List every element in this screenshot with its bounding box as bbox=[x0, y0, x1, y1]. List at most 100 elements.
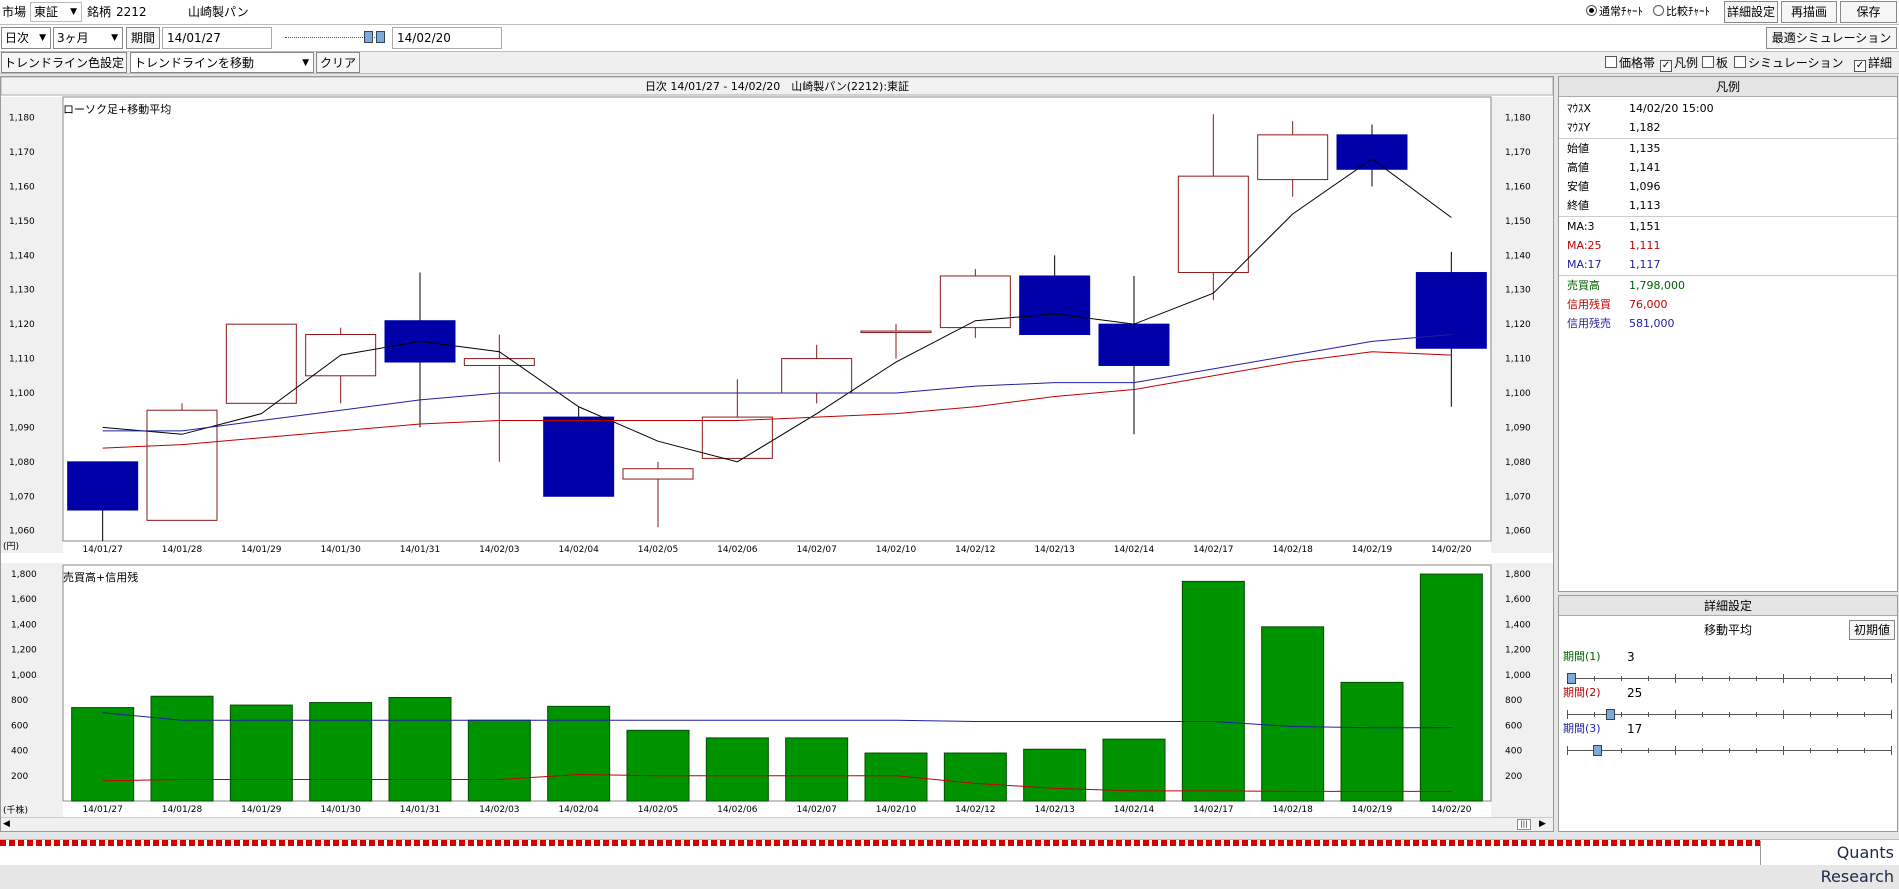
interval-select[interactable]: 日次 ▼ bbox=[1, 27, 51, 49]
volume-x-tick-label: 14/02/12 bbox=[955, 805, 995, 815]
price-y-tick-label-left: 1,120 bbox=[9, 320, 35, 330]
period-slider-left-handle[interactable] bbox=[364, 31, 373, 43]
scroll-left-icon[interactable]: ◀ bbox=[3, 818, 10, 831]
ma-period-3-slider[interactable] bbox=[1567, 745, 1892, 756]
volume-bar bbox=[785, 737, 849, 802]
slider-tick bbox=[1864, 748, 1865, 753]
code-input[interactable]: 2212 bbox=[116, 3, 147, 21]
checkbox-icon bbox=[1702, 56, 1714, 68]
volume-y-tick-label-right: 1,200 bbox=[1505, 646, 1531, 656]
start-date-field[interactable]: 14/01/27 bbox=[162, 27, 272, 49]
legend-key: 安値 bbox=[1567, 180, 1589, 193]
price-y-tick-label-right: 1,170 bbox=[1505, 148, 1531, 158]
volume-bar bbox=[467, 719, 531, 802]
checkbox-checked-icon: ✓ bbox=[1660, 60, 1672, 72]
reset-defaults-button[interactable]: 初期値 bbox=[1849, 620, 1895, 640]
candle-body bbox=[146, 409, 218, 521]
ma-period-1-slider[interactable] bbox=[1567, 673, 1892, 684]
volume-y-tick-label-left: 1,000 bbox=[11, 671, 37, 681]
checkbox-checked-icon: ✓ bbox=[1854, 60, 1866, 72]
optimal-simulation-button[interactable]: 最適シミュレーション bbox=[1766, 27, 1897, 49]
price-y-tick-label-left: 1,160 bbox=[9, 182, 35, 192]
volume-chart-panel: 200 200 400 400 600 600 800 800 1,000 1,000 1,200 1… bbox=[1, 563, 1553, 817]
scroll-thumb[interactable]: ||| bbox=[1517, 819, 1531, 830]
price-y-tick-label-right: 1,130 bbox=[1505, 286, 1531, 296]
slider-handle[interactable] bbox=[1605, 709, 1615, 720]
slider-tick bbox=[1756, 748, 1757, 753]
slider-tick bbox=[1756, 676, 1757, 681]
radio-normal-chart[interactable]: 通常ﾁｬｰﾄ bbox=[1586, 3, 1643, 21]
price-x-tick-label: 14/02/05 bbox=[638, 545, 678, 555]
option-simulation[interactable]: シミュレーション bbox=[1734, 54, 1844, 72]
end-date-field[interactable]: 14/02/20 bbox=[392, 27, 502, 49]
price-y-tick-label-left: 1,150 bbox=[9, 217, 35, 227]
volume-bar bbox=[1261, 626, 1325, 802]
volume-bar bbox=[309, 702, 373, 802]
slider-handle[interactable] bbox=[1567, 673, 1576, 684]
price-x-tick-label: 14/01/29 bbox=[241, 545, 282, 555]
slider-handle[interactable] bbox=[1592, 745, 1602, 756]
option-legend[interactable]: ✓ 凡例 bbox=[1660, 54, 1698, 72]
scroll-right-icon[interactable]: ▶ bbox=[1539, 818, 1546, 831]
detail-settings-button[interactable]: 詳細設定 bbox=[1724, 1, 1778, 23]
clear-button[interactable]: クリア bbox=[316, 52, 360, 73]
price-x-tick-label: 14/01/28 bbox=[162, 545, 203, 555]
ma-period-2-slider[interactable] bbox=[1567, 709, 1892, 720]
candle-body bbox=[543, 416, 615, 497]
range-select[interactable]: 3ヶ月 ▼ bbox=[53, 27, 123, 49]
price-x-tick-label: 14/02/12 bbox=[955, 545, 995, 555]
volume-bar bbox=[705, 737, 769, 802]
chart-area: 日次 14/01/27 - 14/02/20 山崎製パン(2212):東証 1,… bbox=[0, 76, 1554, 832]
save-button[interactable]: 保存 bbox=[1840, 1, 1897, 23]
slider-tick bbox=[1810, 748, 1811, 753]
legend-row: MA:3 1,151 bbox=[1559, 217, 1897, 236]
option-price-band[interactable]: 価格帯 bbox=[1605, 54, 1655, 72]
slider-tick bbox=[1648, 712, 1649, 717]
radio-empty-icon bbox=[1653, 5, 1664, 16]
slider-tick bbox=[1675, 746, 1676, 755]
trendline-color-button[interactable]: トレンドライン色設定 bbox=[1, 52, 127, 73]
trendline-mode-select[interactable]: トレンドラインを移動 ▼ bbox=[130, 52, 314, 73]
radio-compare-chart[interactable]: 比較ﾁｬｰﾄ bbox=[1653, 3, 1710, 21]
slider-tick bbox=[1783, 674, 1784, 683]
checkbox-icon bbox=[1734, 56, 1746, 68]
volume-y-tick-label-right: 1,800 bbox=[1505, 570, 1531, 580]
slider-tick bbox=[1783, 710, 1784, 719]
chart-canvas[interactable]: 日次 14/01/27 - 14/02/20 山崎製パン(2212):東証 1,… bbox=[1, 77, 1553, 831]
option-board[interactable]: 板 bbox=[1702, 54, 1728, 72]
volume-bar bbox=[1340, 681, 1404, 802]
price-y-tick-label-left: 1,110 bbox=[9, 355, 35, 365]
legend-key: 売買高 bbox=[1567, 279, 1600, 292]
candle-body bbox=[701, 416, 773, 459]
redraw-button[interactable]: 再描画 bbox=[1781, 1, 1837, 23]
trendline-mode-value: トレンドラインを移動 bbox=[134, 56, 255, 70]
horizontal-scrollbar[interactable]: ◀ ||| ▶ bbox=[1, 817, 1553, 831]
detail-settings-panel: 詳細設定 移動平均 初期値 期間(1) 3 期間(2) 25 期間(3) 17 bbox=[1558, 595, 1898, 832]
slider-tick bbox=[1648, 676, 1649, 681]
volume-x-tick-label: 14/01/27 bbox=[82, 805, 122, 815]
price-x-tick-label: 14/01/31 bbox=[400, 545, 440, 555]
slider-tick bbox=[1621, 676, 1622, 681]
period-button[interactable]: 期間 bbox=[126, 27, 160, 49]
price-chart-panel: 1,060 1,060 1,070 1,070 1,080 1,080 1,090 1,090… bbox=[1, 96, 1553, 555]
period-slider-right-handle[interactable] bbox=[376, 31, 385, 43]
price-x-tick-label: 14/02/14 bbox=[1114, 545, 1155, 555]
legend-value: 76,000 bbox=[1629, 298, 1668, 311]
market-select[interactable]: 東証 ▼ bbox=[30, 2, 82, 22]
checkbox-icon bbox=[1605, 56, 1617, 68]
price-y-tick-label-right: 1,150 bbox=[1505, 217, 1531, 227]
chevron-down-icon: ▼ bbox=[39, 33, 46, 43]
ma-period-3-label: 期間(3) bbox=[1563, 722, 1601, 735]
slider-tick bbox=[1864, 676, 1865, 681]
price-y-tick-label-right: 1,180 bbox=[1505, 114, 1531, 124]
price-x-tick-label: 14/02/04 bbox=[558, 545, 599, 555]
option-detail[interactable]: ✓ 詳細 bbox=[1854, 54, 1892, 72]
legend-key: ﾏｳｽX bbox=[1567, 102, 1592, 115]
volume-x-tick-label: 14/02/07 bbox=[796, 805, 836, 815]
volume-y-tick-label-right: 600 bbox=[1505, 721, 1522, 731]
ma-period-3-value: 17 bbox=[1627, 722, 1643, 736]
volume-x-tick-label: 14/02/19 bbox=[1352, 805, 1393, 815]
price-y-tick-label-left: 1,130 bbox=[9, 286, 35, 296]
slider-tick bbox=[1891, 674, 1892, 683]
legend-row: MA:25 1,111 bbox=[1559, 236, 1897, 255]
